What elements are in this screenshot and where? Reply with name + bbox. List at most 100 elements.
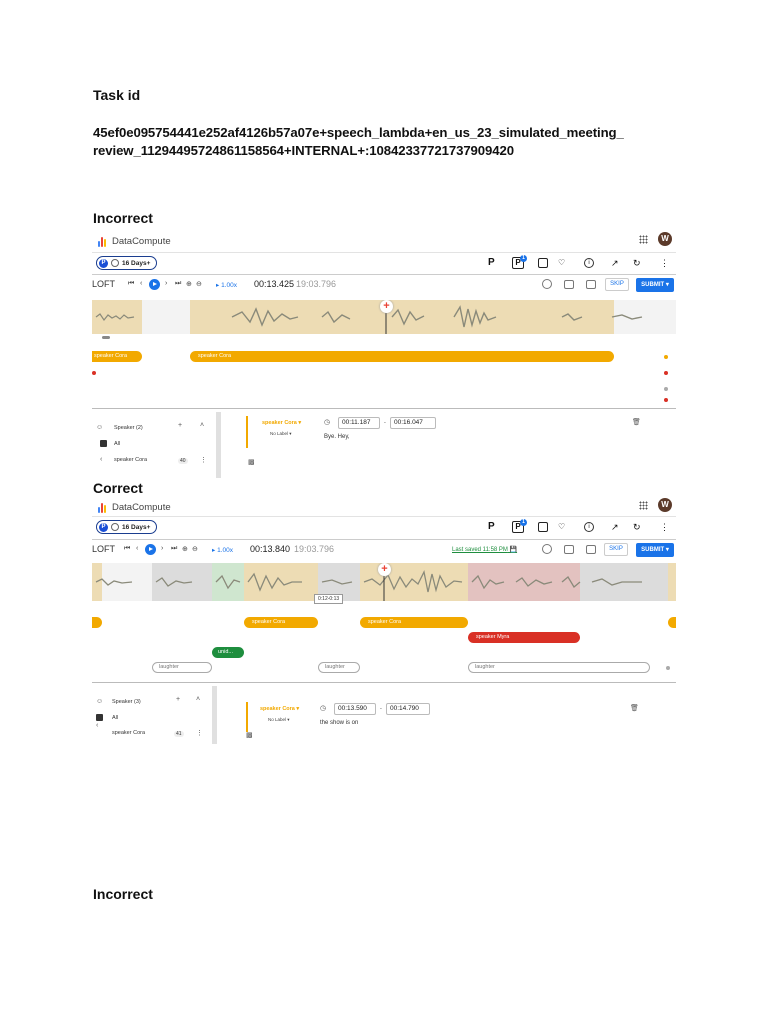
- comment-icon[interactable]: [586, 280, 596, 289]
- pane-divider[interactable]: [92, 682, 676, 683]
- back-icon[interactable]: ‹: [136, 545, 138, 552]
- start-time[interactable]: 00:13.590: [334, 703, 376, 715]
- editor-speaker[interactable]: speaker Cora ▾: [262, 420, 301, 426]
- speed-control[interactable]: ▸ 1.00x: [212, 546, 233, 554]
- speaker-segment-1[interactable]: speaker Cora: [244, 617, 318, 628]
- skip-start-icon[interactable]: ⏮: [128, 280, 134, 288]
- redo-icon[interactable]: ↻: [633, 257, 641, 269]
- all-checkbox[interactable]: [100, 440, 107, 447]
- play-button[interactable]: [149, 279, 160, 290]
- waveform[interactable]: +: [92, 563, 676, 601]
- skip-end-icon[interactable]: ⏭: [175, 280, 181, 288]
- add-comment-icon[interactable]: ▩: [248, 458, 255, 466]
- p-box-icon[interactable]: P1: [512, 255, 527, 269]
- scrollbar[interactable]: [212, 686, 217, 744]
- label-dropdown[interactable]: No Label ▾: [270, 431, 292, 437]
- submit-button[interactable]: SUBMIT ▾: [636, 543, 674, 557]
- play-button[interactable]: [145, 544, 156, 555]
- zoom-out-icon[interactable]: ⊖: [192, 545, 198, 553]
- back-icon[interactable]: ‹: [140, 280, 142, 287]
- unidentified-segment[interactable]: unid...: [212, 647, 244, 658]
- more-vert-icon[interactable]: ⋮: [660, 521, 669, 533]
- expand-icon[interactable]: ↗: [611, 521, 619, 533]
- editor-speaker-label: speaker Cora: [262, 420, 297, 426]
- utterance-text[interactable]: the show is on: [320, 720, 358, 726]
- skip-button[interactable]: SKIP: [604, 543, 628, 556]
- zoom-out-icon[interactable]: ⊖: [196, 280, 202, 288]
- more-icon[interactable]: ⋮: [196, 729, 203, 737]
- speaker-segment-2[interactable]: speaker Cora: [190, 351, 614, 362]
- days-pill[interactable]: P 16 Days+: [96, 256, 158, 270]
- expand-icon[interactable]: ↗: [611, 257, 619, 269]
- avatar[interactable]: W: [658, 232, 672, 246]
- delete-icon[interactable]: 🗑: [630, 704, 639, 712]
- info-icon[interactable]: i: [584, 522, 594, 532]
- speaker-segment-3[interactable]: speaker Myra: [468, 632, 580, 643]
- comment-icon[interactable]: [586, 545, 596, 554]
- zoom-in-icon[interactable]: ⊕: [186, 280, 192, 288]
- calendar-icon[interactable]: [538, 258, 548, 268]
- speaker-segment-1[interactable]: speaker Cora: [92, 351, 142, 362]
- info-icon[interactable]: i: [584, 258, 594, 268]
- add-comment-icon[interactable]: ▩: [246, 731, 253, 739]
- collapse-icon[interactable]: ˄: [200, 422, 204, 429]
- bell-icon[interactable]: ♡: [558, 521, 565, 533]
- add-segment-icon[interactable]: +: [378, 563, 391, 576]
- scroll-thumb[interactable]: [102, 336, 110, 339]
- scrollbar[interactable]: [216, 412, 221, 478]
- skip-end-icon[interactable]: ⏭: [171, 545, 177, 553]
- bell-icon[interactable]: ♡: [558, 257, 565, 269]
- laughter-tag-3[interactable]: laughter: [468, 662, 650, 673]
- p-box-icon[interactable]: P1: [512, 519, 527, 533]
- speaker-segment-2[interactable]: speaker Cora: [360, 617, 468, 628]
- back-icon[interactable]: ‹: [100, 456, 102, 463]
- task-id-line-2: review_11294495724861158564+INTERNAL+:10…: [93, 143, 514, 158]
- start-time[interactable]: 00:11.187: [338, 417, 380, 429]
- skip-button[interactable]: SKIP: [605, 278, 629, 291]
- p-icon[interactable]: P: [488, 257, 495, 269]
- speaker-segment-edge[interactable]: [668, 617, 676, 628]
- pane-divider[interactable]: [92, 408, 676, 409]
- forward-icon[interactable]: ›: [161, 545, 163, 552]
- info-icon[interactable]: [542, 544, 552, 554]
- end-time[interactable]: 00:16.047: [390, 417, 436, 429]
- redo-icon[interactable]: ↻: [633, 521, 641, 533]
- p-icon[interactable]: P: [488, 521, 495, 533]
- info-icon[interactable]: [542, 279, 552, 289]
- laughter-tag-1[interactable]: laughter: [152, 662, 212, 673]
- speed-control[interactable]: ▸ 1.00x: [216, 281, 237, 289]
- back-icon[interactable]: ‹: [96, 722, 98, 729]
- label-dropdown[interactable]: No Label ▾: [268, 717, 290, 723]
- calendar-icon[interactable]: [538, 522, 548, 532]
- add-speaker-icon[interactable]: +: [176, 696, 180, 703]
- more-icon[interactable]: ⋮: [200, 456, 207, 464]
- laughter-tag-2[interactable]: laughter: [318, 662, 360, 673]
- speaker-row[interactable]: speaker Cora: [114, 457, 147, 463]
- collapse-icon[interactable]: ˄: [196, 696, 200, 703]
- apps-grid-icon[interactable]: [639, 235, 648, 244]
- brand-name: DataCompute: [112, 235, 171, 247]
- avatar[interactable]: W: [658, 498, 672, 512]
- submit-button[interactable]: SUBMIT ▾: [636, 278, 674, 292]
- zoom-in-icon[interactable]: ⊕: [182, 545, 188, 553]
- all-checkbox[interactable]: [96, 714, 103, 721]
- forward-icon[interactable]: ›: [165, 280, 167, 287]
- delete-icon[interactable]: 🗑: [632, 418, 641, 426]
- editor-speaker[interactable]: speaker Cora ▾: [260, 706, 299, 712]
- utterance-text[interactable]: Bye. Hey,: [324, 434, 350, 440]
- keyboard-icon[interactable]: [564, 545, 574, 554]
- speaker-segment-edge[interactable]: [92, 617, 102, 628]
- end-time[interactable]: 00:14.790: [386, 703, 430, 715]
- add-segment-icon[interactable]: +: [380, 300, 393, 313]
- days-pill[interactable]: P 16 Days+: [96, 520, 158, 534]
- add-speaker-icon[interactable]: +: [178, 422, 182, 429]
- skip-start-icon[interactable]: ⏮: [124, 545, 130, 553]
- speaker-row[interactable]: speaker Cora: [112, 730, 145, 736]
- time-tooltip: 0:12-0:13: [314, 594, 344, 604]
- apps-grid-icon[interactable]: [639, 501, 648, 510]
- clock-icon: ◷: [320, 705, 327, 712]
- waveform[interactable]: +: [92, 300, 676, 334]
- more-vert-icon[interactable]: ⋮: [660, 257, 669, 269]
- last-saved[interactable]: Last saved 11:58 PM 💾: [452, 546, 517, 553]
- keyboard-icon[interactable]: [564, 280, 574, 289]
